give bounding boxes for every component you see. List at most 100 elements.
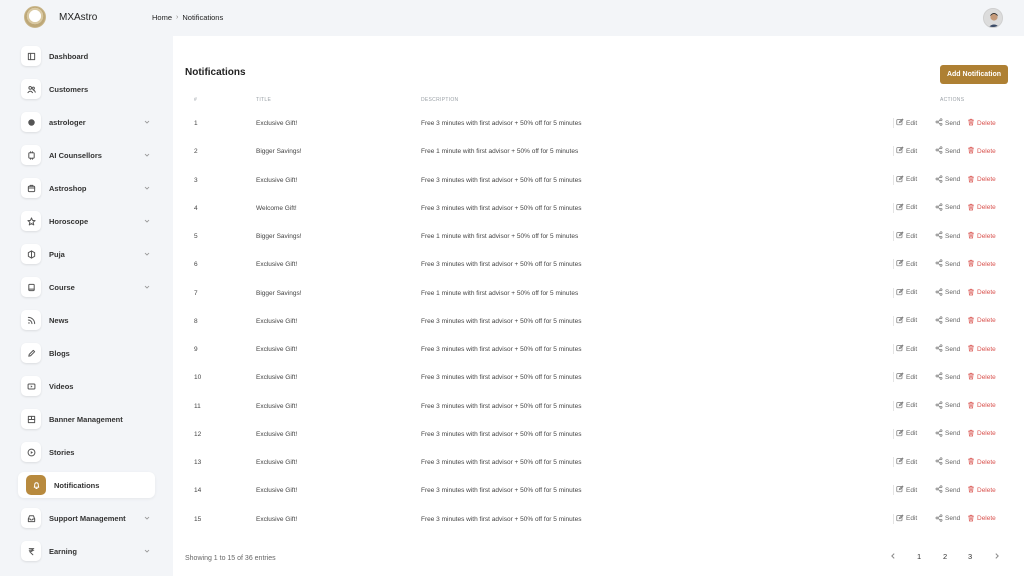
share-icon [935, 457, 943, 467]
delete-button[interactable]: Delete [967, 146, 996, 156]
delete-button[interactable]: Delete [967, 118, 996, 128]
pagination-page-2[interactable]: 2 [943, 552, 947, 561]
actions-divider [893, 513, 894, 524]
sidebar-item-astroshop[interactable]: Astroshop [18, 175, 155, 201]
sidebar-item-label: Course [49, 282, 75, 292]
pagination-page-1[interactable]: 1 [917, 552, 921, 561]
edit-button[interactable]: Edit [896, 231, 917, 241]
user-avatar[interactable] [983, 8, 1003, 28]
share-icon [935, 287, 943, 298]
delete-button[interactable]: Delete [967, 231, 996, 241]
send-button[interactable]: Send [935, 485, 960, 495]
send-button[interactable]: Send [935, 372, 960, 382]
send-button[interactable]: Send [935, 146, 960, 156]
send-button[interactable]: Send [935, 203, 960, 213]
delete-button[interactable]: Delete [967, 175, 996, 185]
pagination-prev[interactable] [889, 552, 897, 562]
send-button[interactable]: Send [935, 118, 960, 128]
edit-button[interactable]: Edit [896, 316, 917, 326]
edit-button[interactable]: Edit [896, 287, 917, 298]
sidebar-item-videos[interactable]: Videos [18, 373, 155, 399]
delete-button[interactable]: Delete [967, 203, 996, 213]
actions-divider [893, 457, 894, 467]
row-title: Exclusive Gift! [256, 374, 298, 382]
delete-button[interactable]: Delete [967, 259, 996, 269]
sidebar-item-notifications[interactable]: Notifications [18, 472, 155, 498]
sidebar-item-stories[interactable]: Stories [18, 439, 155, 465]
delete-button[interactable]: Delete [967, 401, 996, 411]
send-button[interactable]: Send [935, 457, 960, 467]
add-notification-button[interactable]: Add Notification [940, 65, 1008, 84]
actions-divider [893, 259, 894, 270]
row-number: 14 [194, 487, 202, 495]
edit-icon [896, 429, 904, 439]
row-description: Free 3 minutes with first advisor + 50% … [421, 430, 582, 438]
row-number: 9 [194, 346, 198, 353]
edit-button[interactable]: Edit [896, 400, 917, 411]
sidebar-item-course[interactable]: Course [18, 274, 155, 300]
row-number: 11 [194, 402, 201, 410]
send-button[interactable]: Send [935, 259, 960, 269]
sidebar-item-label: Customers [49, 84, 89, 94]
row-number: 15 [194, 515, 202, 523]
edit-button[interactable]: Edit [896, 457, 917, 467]
delete-button[interactable]: Delete [967, 344, 996, 354]
send-button[interactable]: Send [935, 287, 960, 298]
brand-name[interactable]: MXAstro [59, 12, 97, 23]
send-button[interactable]: Send [935, 174, 960, 185]
delete-button[interactable]: Delete [967, 457, 996, 467]
row-number: 1 [194, 120, 198, 127]
delete-button[interactable]: Delete [967, 288, 996, 298]
send-button[interactable]: Send [935, 429, 960, 439]
send-button[interactable]: Send [935, 316, 960, 326]
sidebar-item-dashboard[interactable]: Dashboard [18, 43, 155, 69]
sidebar-item-blogs[interactable]: Blogs [18, 340, 155, 366]
send-button[interactable]: Send [935, 344, 960, 354]
send-label: Send [945, 486, 961, 494]
send-button[interactable]: Send [935, 400, 960, 411]
delete-label: Delete [977, 176, 996, 183]
sidebar-item-support-management[interactable]: Support Management [18, 505, 155, 531]
delete-button[interactable]: Delete [967, 429, 996, 439]
edit-button[interactable]: Edit [896, 118, 917, 128]
trash-icon [967, 175, 975, 185]
edit-button[interactable]: Edit [896, 174, 918, 185]
edit-button[interactable]: Edit [896, 429, 917, 439]
delete-button[interactable]: Delete [967, 485, 996, 495]
edit-button[interactable]: Edit [896, 146, 917, 156]
send-button[interactable]: Send [935, 513, 960, 524]
edit-label: Edit [906, 176, 918, 183]
edit-label: Edit [906, 232, 918, 240]
breadcrumb-home[interactable]: Home [152, 13, 172, 22]
edit-button[interactable]: Edit [896, 372, 917, 382]
delete-button[interactable]: Delete [967, 372, 996, 382]
row-title: Exclusive Gift! [256, 261, 298, 269]
pagination-next[interactable] [993, 552, 1001, 562]
delete-button[interactable]: Delete [967, 316, 996, 326]
edit-button[interactable]: Edit [896, 485, 917, 495]
sidebar-item-earning[interactable]: Earning [18, 538, 155, 564]
edit-button[interactable]: Edit [896, 513, 917, 524]
dashboard-icon [21, 46, 41, 66]
sidebar-item-label: Dashboard [49, 51, 89, 61]
row-title: Bigger Savings! [256, 148, 302, 156]
sidebar-item-customers[interactable]: Customers [18, 76, 155, 102]
breadcrumb-current: Notifications [182, 13, 224, 22]
row-number: 3 [194, 176, 198, 184]
sidebar-item-news[interactable]: News [18, 307, 155, 333]
sidebar-item-ai-counsellors[interactable]: AI Counsellors [18, 142, 155, 168]
pagination-page-3[interactable]: 3 [968, 552, 972, 561]
edit-button[interactable]: Edit [896, 203, 917, 213]
edit-button[interactable]: Edit [896, 344, 917, 354]
sidebar-item-horoscope[interactable]: Horoscope [18, 208, 155, 234]
brand-logo[interactable] [24, 6, 46, 28]
table-row: 13 Exclusive Gift! Free 3 minutes with fir… [185, 448, 1013, 476]
edit-icon [896, 457, 904, 467]
send-button[interactable]: Send [935, 231, 960, 241]
delete-button[interactable]: Delete [967, 514, 996, 524]
sidebar-item-banner-management[interactable]: Banner Management [18, 406, 155, 432]
sidebar-item-puja[interactable]: Puja [18, 241, 155, 267]
edit-button[interactable]: Edit [896, 259, 917, 269]
breadcrumb-separator: › [176, 14, 179, 21]
sidebar-item-astrologer[interactable]: astrologer [18, 109, 155, 135]
